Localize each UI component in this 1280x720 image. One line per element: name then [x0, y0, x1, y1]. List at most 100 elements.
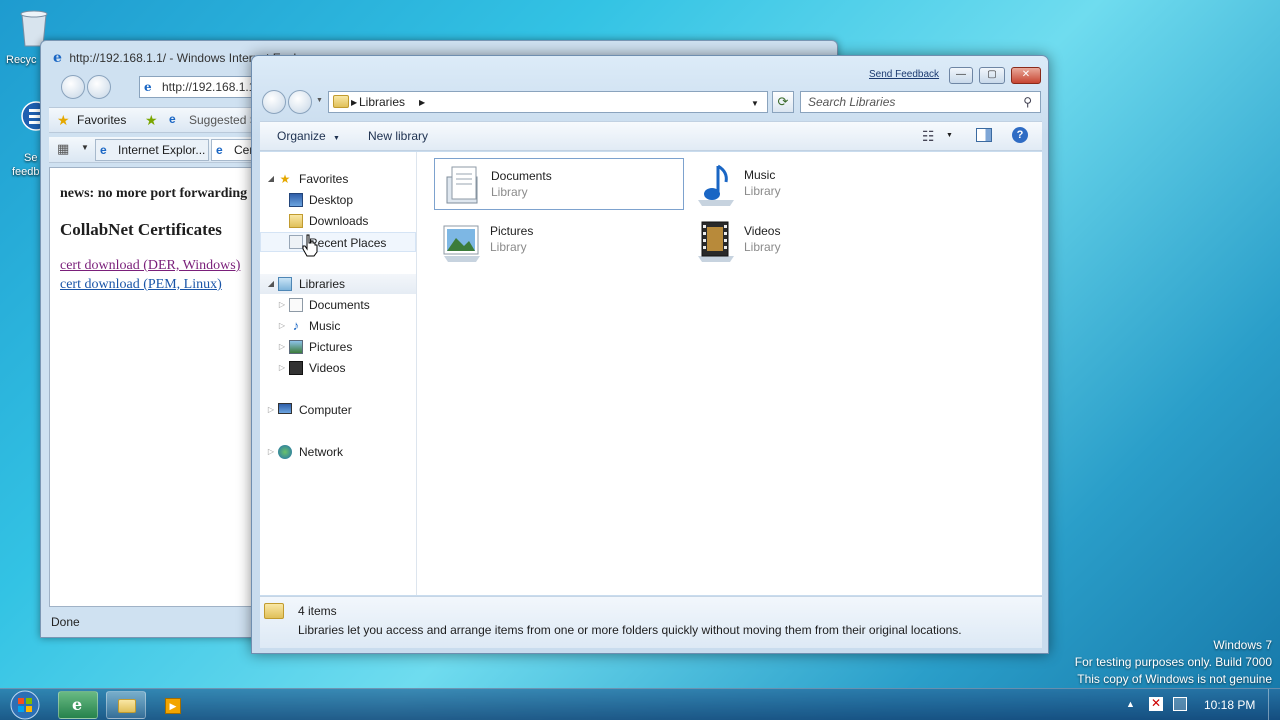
nav-documents-label: Documents [309, 298, 370, 312]
item-count: 4 items [298, 604, 337, 618]
content-pane: Documents Library Music Library Pictures… [418, 152, 1042, 595]
nav-music-label: Music [309, 319, 341, 333]
nav-favorites[interactable]: ◢ ★ Favorites [260, 169, 416, 189]
ie-favorites-button[interactable]: Favorites [77, 113, 126, 127]
nav-downloads[interactable]: Downloads [260, 211, 416, 231]
taskbar-ie-button[interactable]: e [58, 691, 98, 719]
mouse-cursor-hand-icon [302, 234, 318, 257]
nav-computer[interactable]: ▷ Computer [260, 400, 416, 420]
search-icon: ⚲ [1023, 95, 1032, 109]
ie-forward-button[interactable] [87, 75, 111, 99]
start-orb-icon[interactable] [6, 690, 44, 720]
breadcrumb-separator-icon[interactable]: ▶ [351, 98, 357, 107]
show-desktop-button[interactable] [1268, 689, 1280, 720]
nav-computer-label: Computer [299, 403, 352, 417]
preview-pane-icon[interactable] [976, 128, 992, 142]
network-tray-icon[interactable] [1173, 697, 1187, 711]
nav-pictures-label: Pictures [309, 340, 353, 354]
maximize-button[interactable]: ▢ [979, 67, 1005, 84]
favorites-star-icon: ★ [279, 172, 291, 186]
tab-list-chevron-icon[interactable]: ▼ [81, 143, 89, 152]
nav-network[interactable]: ▷ Network [260, 442, 416, 462]
address-history-chevron-icon[interactable]: ▼ [751, 99, 759, 108]
favorites-star-icon: ★ [57, 112, 70, 128]
collapse-triangle-icon[interactable]: ▷ [277, 358, 287, 378]
breadcrumb-arrow-icon[interactable]: ▶ [419, 98, 425, 107]
ie-tab-1[interactable]: e Internet Explor... [95, 139, 209, 161]
library-music-type: Library [744, 184, 781, 198]
videos-icon [289, 361, 303, 375]
action-center-flag-icon[interactable]: ✕ [1149, 697, 1163, 711]
collapse-triangle-icon[interactable]: ▷ [277, 337, 287, 357]
library-videos[interactable]: Videos Library [688, 214, 938, 266]
downloads-folder-icon [289, 214, 303, 228]
quick-tabs-icon[interactable]: ▦ [57, 141, 69, 157]
library-music[interactable]: Music Library [688, 158, 938, 210]
organize-button[interactable]: Organize ▼ [277, 129, 340, 143]
library-pictures[interactable]: Pictures Library [434, 214, 684, 266]
send-feedback-link[interactable]: Send Feedback [869, 69, 939, 80]
documents-icon [289, 298, 303, 312]
taskbar-media-player-button[interactable]: ▶ [152, 691, 192, 719]
media-player-icon: ▶ [165, 698, 181, 714]
explorer-forward-button[interactable] [288, 90, 312, 114]
recycle-bin-label: Recyc [6, 54, 37, 66]
expand-triangle-icon[interactable]: ◢ [266, 169, 276, 189]
minimize-button[interactable]: — [949, 67, 973, 84]
library-pictures-name: Pictures [490, 224, 534, 238]
taskbar-clock[interactable]: 10:18 PM [1204, 698, 1255, 712]
taskbar-explorer-button[interactable] [106, 691, 146, 719]
search-input[interactable]: Search Libraries ⚲ [800, 91, 1041, 113]
nav-videos-label: Videos [309, 361, 346, 375]
watermark-line-3: This copy of Windows is not genuine [1077, 672, 1272, 686]
explorer-back-button[interactable] [262, 90, 286, 114]
show-hidden-icons-icon[interactable]: ▲ [1126, 699, 1135, 709]
collapse-triangle-icon[interactable]: ▷ [277, 316, 287, 336]
desktop-icon [289, 193, 303, 207]
library-documents[interactable]: Documents Library [434, 158, 684, 210]
recent-pages-chevron-icon[interactable]: ▼ [316, 97, 323, 104]
collapse-triangle-icon[interactable]: ▷ [266, 400, 276, 420]
details-libraries-icon [264, 603, 284, 619]
videos-library-icon [698, 221, 734, 262]
tab-ie-icon: e [216, 143, 223, 157]
breadcrumb-libraries[interactable]: Libraries [359, 92, 405, 112]
refresh-button[interactable]: ⟳ [772, 91, 794, 113]
ie-logo-icon: e [72, 695, 83, 714]
collapse-triangle-icon[interactable]: ▷ [277, 295, 287, 315]
collapse-triangle-icon[interactable]: ▷ [266, 442, 276, 462]
libraries-folder-icon [278, 277, 292, 291]
expand-triangle-icon[interactable]: ◢ [266, 274, 276, 294]
ie-logo-icon: e [53, 50, 62, 66]
change-view-icon[interactable]: ☷ [922, 128, 935, 145]
nav-recent-places[interactable]: Recent Places [260, 232, 416, 252]
nav-libraries[interactable]: ◢ Libraries [260, 274, 416, 294]
help-icon[interactable]: ? [1012, 127, 1028, 143]
library-videos-type: Library [744, 240, 781, 254]
nav-music[interactable]: ▷ ♪ Music [260, 316, 416, 336]
suggested-sites-icon: e [169, 112, 176, 126]
view-chevron-icon[interactable]: ▼ [946, 132, 953, 139]
close-button[interactable]: ✕ [1011, 67, 1041, 84]
libraries-folder-icon [333, 95, 349, 108]
watermark-line-2: For testing purposes only. Build 7000 [1074, 655, 1272, 669]
library-music-name: Music [744, 168, 776, 182]
explorer-window[interactable]: Send Feedback — ▢ ✕ ▼ ▶ Libraries ▶ ▼ ⟳ … [251, 55, 1049, 654]
nav-recent-places-label: Recent Places [309, 236, 387, 250]
nav-pictures[interactable]: ▷ Pictures [260, 337, 416, 357]
ie-back-button[interactable] [61, 75, 85, 99]
explorer-address-bar[interactable]: ▶ Libraries ▶ ▼ [328, 91, 768, 113]
ie-tab-1-label: Internet Explor... [118, 143, 206, 157]
pictures-library-icon [443, 225, 480, 262]
search-placeholder: Search Libraries [808, 95, 896, 109]
nav-documents[interactable]: ▷ Documents [260, 295, 416, 315]
nav-videos[interactable]: ▷ Videos [260, 358, 416, 378]
command-bar: Organize ▼ New library ☷ ▼ ? [260, 121, 1042, 151]
library-documents-type: Library [491, 185, 528, 199]
add-favorites-icon[interactable]: ★ [145, 112, 158, 129]
feedback-label-2: feedb [12, 166, 40, 178]
new-library-button[interactable]: New library [368, 129, 428, 143]
nav-desktop[interactable]: Desktop [260, 190, 416, 210]
details-pane: 4 items Libraries let you access and arr… [260, 596, 1042, 648]
tab-ie-icon: e [100, 143, 107, 157]
